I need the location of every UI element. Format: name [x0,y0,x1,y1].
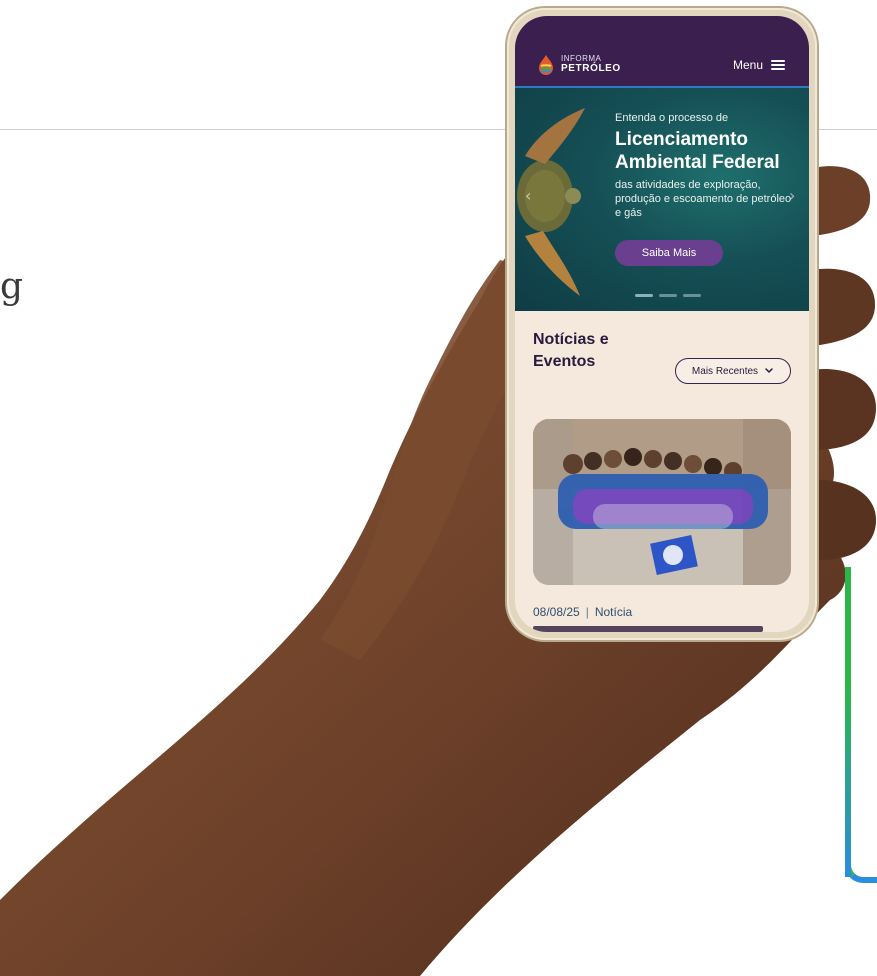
meta-separator: | [585,605,589,619]
news-date: 08/08/25 [533,605,580,619]
droplet-logo-icon [539,55,553,75]
phone-device: INFORMA PETRÓLEO Menu Entenda o processo… [507,8,817,640]
finger-3 [810,368,876,450]
logo-text-bottom: PETRÓLEO [561,63,621,74]
phone-screen: INFORMA PETRÓLEO Menu Entenda o processo… [515,16,809,632]
sort-filter-dropdown[interactable]: Mais Recentes [675,358,791,384]
logo-text-top: INFORMA [561,54,602,63]
app-header: INFORMA PETRÓLEO Menu [515,16,809,86]
hero-kicker-text: Entenda o processo de [615,112,729,124]
carousel-dot[interactable] [635,294,653,297]
hero-description: das atividades de exploração, produção e… [615,179,792,219]
menu-label: Menu [732,58,763,72]
news-category[interactable]: Notícia [595,605,632,619]
carousel-next-icon[interactable]: › [789,186,799,206]
news-photo[interactable] [533,419,791,585]
page: g INFORMA PETRÓLEO Menu Entenda o proces… [0,0,877,976]
hero-title: Licenciamento Ambiental Federal [615,129,780,173]
saiba-mais-button[interactable]: Saiba Mais [615,240,723,266]
carousel-indicators [635,294,701,297]
finger-2 [810,268,875,345]
decorative-frame-line [845,567,877,883]
menu-button[interactable]: Menu [733,58,785,72]
hamburger-icon [771,60,785,70]
carousel-prev-icon[interactable]: ‹ [525,186,535,206]
news-section-title: Notícias e Eventos [533,331,609,370]
finger-4 [810,479,876,560]
carousel-dot[interactable] [659,294,677,297]
sort-filter-label: Mais Recentes [691,365,759,377]
group-photo-illustration [533,419,791,585]
next-news-title-peek [533,626,763,632]
chevron-down-icon [765,368,773,373]
news-meta: 08/08/25 | Notícia [533,605,632,619]
carousel-dot[interactable] [683,294,701,297]
